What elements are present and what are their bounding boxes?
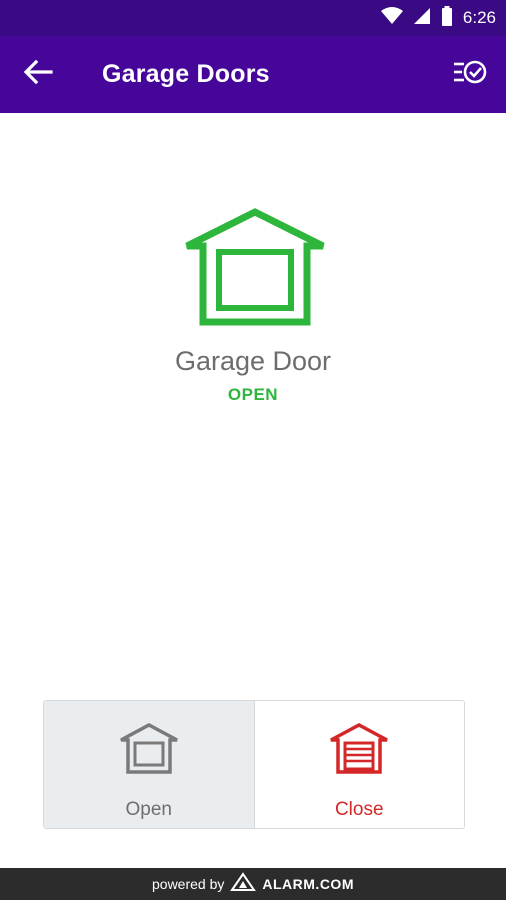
- footer: powered by ALARM.COM: [0, 868, 506, 900]
- app-bar: Garage Doors: [0, 36, 506, 113]
- checklist-icon: [453, 59, 487, 90]
- open-button-label: Open: [125, 799, 172, 820]
- brand-name: ALARM.COM: [262, 876, 354, 892]
- door-controls: Open Close: [43, 700, 465, 829]
- alarm-logo-icon: [230, 871, 257, 897]
- garage-open-gray-icon: [119, 723, 179, 780]
- status-bar: 6:26: [0, 0, 506, 36]
- page-title: Garage Doors: [102, 60, 270, 88]
- powered-by-text: powered by: [152, 876, 225, 892]
- signal-icon: [413, 7, 431, 30]
- status-icons: 6:26: [380, 0, 496, 36]
- select-button[interactable]: [446, 52, 494, 96]
- close-button[interactable]: Close: [255, 701, 465, 828]
- wifi-icon: [380, 6, 403, 30]
- battery-icon: [441, 5, 453, 31]
- back-arrow-icon: [23, 59, 53, 90]
- close-button-label: Close: [334, 799, 384, 820]
- open-button[interactable]: Open: [44, 701, 255, 828]
- device-name: Garage Door: [174, 346, 332, 376]
- status-time: 6:26: [462, 8, 496, 27]
- back-button[interactable]: [14, 52, 62, 96]
- device-status: OPEN: [227, 385, 279, 404]
- garage-open-icon: [183, 208, 327, 328]
- garage-closed-red-icon: [329, 723, 389, 780]
- app-screen: 6:26 Garage Doors Garage Door OPEN Open …: [0, 0, 506, 900]
